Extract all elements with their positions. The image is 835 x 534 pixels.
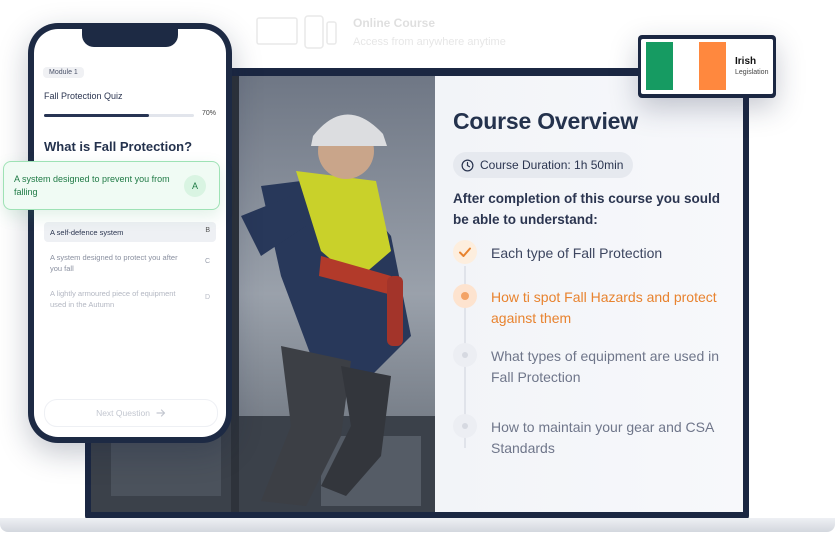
clock-icon [461,159,474,171]
flag-stripe-white [672,42,700,90]
pending-dot-icon [453,414,477,438]
next-question-label: Next Question [96,408,150,418]
phone-screen: Module 1 Fall Protection Quiz 70% What i… [34,29,226,437]
step-label: How to maintain your gear and CSA Standa… [491,419,714,456]
quiz-progress-text: 70% [202,110,217,117]
flag-stripe-orange [699,42,727,90]
course-overview-panel: Course Overview Course Duration: 1h 50mi… [435,76,743,512]
next-question-button[interactable]: Next Question [44,399,218,427]
header-ghost-line1: Online Course [353,16,436,30]
duration-badge: Course Duration: 1h 50min [453,152,634,178]
step-label: Each type of Fall Protection [491,245,663,261]
duration-text: Course Duration: 1h 50min [480,158,624,172]
badge-subtitle: Legislation [735,69,769,76]
pending-dot-icon [453,343,477,367]
step-label: What types of equipment are used in Fall… [491,348,720,385]
phone-notch [82,29,178,47]
irish-flag-icon [646,42,727,90]
answer-letter: B [205,227,210,234]
answer-option-c[interactable]: A system designed to protect you after y… [44,249,216,277]
arrow-right-icon [156,409,166,417]
badge-title: Irish [735,56,757,67]
checkmark-icon [453,240,477,264]
header-ghost: Online Course Access from anywhere anyti… [255,14,545,56]
quiz-progress-fill [44,114,149,117]
legislation-badge: Irish Legislation [638,35,776,98]
answer-text: A lightly armoured piece of equipment us… [50,289,176,309]
header-ghost-line2: Access from anywhere anytime [353,36,506,48]
answer-text: A system designed to protect you after y… [50,253,178,273]
course-title: Course Overview [453,108,638,134]
answer-option-d[interactable]: A lightly armoured piece of equipment us… [44,285,216,313]
module-badge: Module 1 [43,67,84,78]
answer-text: A self-defence system [50,228,124,237]
answer-letter: C [204,258,210,265]
quiz-progress-bar [44,114,194,117]
answer-letter: D [204,294,210,301]
course-intro: After completion of this course you soul… [453,191,721,227]
quiz-question: What is Fall Protection? [44,139,193,154]
answer-text: A system designed to prevent you from fa… [14,174,170,197]
answer-option-b[interactable]: A self-defence system B [44,222,216,242]
phone-device: Module 1 Fall Protection Quiz 70% What i… [28,23,232,443]
step-label: How ti spot Fall Hazards and protect aga… [491,289,717,326]
devices-icon [256,15,337,49]
answer-letter: A [184,175,206,197]
flag-stripe-green [646,42,673,90]
active-dot-icon [453,284,477,308]
quiz-title: Fall Protection Quiz [44,91,123,101]
laptop-base [0,518,835,532]
learning-steps: Each type of Fall Protection How ti spot… [449,240,739,480]
answer-option-a[interactable]: A system designed to prevent you from fa… [3,161,220,210]
legislation-badge-inner: Irish Legislation [641,39,773,94]
